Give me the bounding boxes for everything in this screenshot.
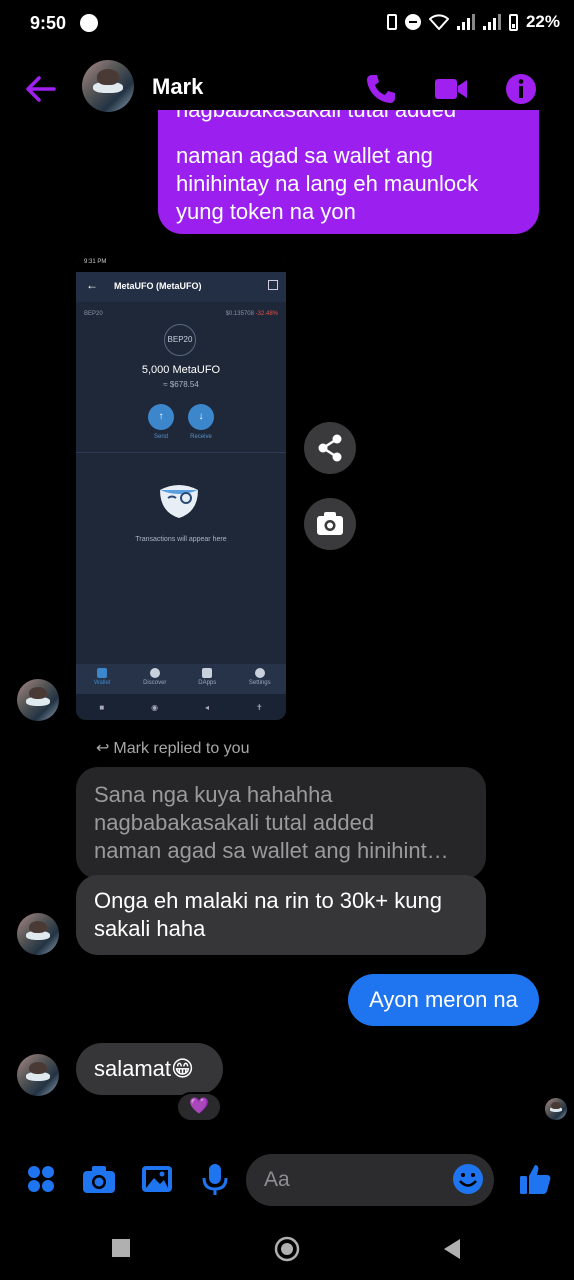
message-line: nagbabakasakali tutal added [176,110,456,124]
message-line: yung token na yon [176,199,356,224]
message-line: sakali haha [94,916,206,941]
message-line: Onga eh malaki na rin to 30k+ kung [94,888,442,913]
send-label: Send [153,434,168,440]
tab-label: Wallet [94,680,111,686]
sender-avatar[interactable] [17,679,59,721]
reply-arrow-icon: ↩ [96,740,110,757]
contact-avatar[interactable] [82,60,134,112]
gallery-icon[interactable] [140,1162,174,1196]
share-button[interactable] [304,422,356,474]
accessibility-icon: ✝ [255,702,263,712]
wallet-icon [97,668,108,678]
tab-label: DApps [198,680,217,686]
token-price: $0.135708 -32.48% [226,311,278,317]
square-icon: ■ [99,702,105,712]
microphone-icon[interactable] [198,1162,232,1196]
recents-icon[interactable] [111,1238,131,1258]
divider [76,452,286,453]
reply-note-text: Mark replied to you [113,740,250,757]
grid-icon [202,668,213,678]
triangle-icon: ◂ [204,702,209,712]
received-message-bubble[interactable]: salamat😁 [76,1043,223,1095]
do-not-disturb-icon [404,14,421,30]
compass-icon [149,668,160,678]
network-label: BEP20 [84,311,103,317]
share-icon [318,434,342,462]
quoted-line: Sana nga kuya hahahha [94,782,333,807]
signal-2-icon [482,14,501,30]
status-bar: 9:50 22% [0,0,574,48]
back-icon[interactable] [442,1238,462,1260]
image-attachment[interactable]: 9:31 PM ← MetaUFO (MetaUFO) BEP20 $0.135… [76,254,286,720]
receive-icon: ↓ [188,404,214,430]
tab-label: Settings [248,680,271,686]
back-arrow-icon[interactable] [24,72,58,106]
token-amount: 5,000 MetaUFO [141,364,221,376]
camera-icon [317,512,343,535]
signal-1-icon [456,14,475,30]
composer [0,1146,574,1218]
price-change: -32.48% [255,311,278,317]
quoted-line: naman agad sa wallet ang hinihint… [94,838,449,863]
tab-wallet: Wallet [76,664,129,694]
received-message-bubble[interactable]: Onga eh malaki na rin to 30k+ kung sakal… [76,875,486,955]
apps-grid-icon[interactable] [24,1162,58,1196]
message-line: hinihintay na lang eh maunlock [176,171,479,196]
messenger-notification-icon [80,14,98,32]
circle-icon: ◉ [151,702,159,712]
status-icons: 22% [386,12,560,32]
heart-reaction[interactable]: 💜 [176,1092,222,1122]
empty-state-illustration [160,485,198,518]
wifi-icon [428,14,449,30]
vibrate-icon [386,14,397,30]
chart-icon [268,280,278,290]
screenshot-nav-bar: ■ ◉ ◂ ✝ [76,694,286,720]
save-photo-button[interactable] [304,498,356,550]
screenshot-tab-bar: Wallet Discover DApps Settings [76,664,286,694]
sent-message-bubble[interactable]: nagbabakasakali tutal added naman agad s… [158,110,539,234]
screenshot-app-bar: ← MetaUFO (MetaUFO) [76,272,286,302]
message-line: naman agad sa wallet ang [176,143,433,168]
gear-icon [254,668,265,678]
quoted-line: nagbabakasakali tutal added [94,810,375,835]
battery-icon [508,13,518,31]
fiat-value: ≈ $678.54 [163,380,199,389]
send-icon: ↑ [148,404,174,430]
sender-avatar[interactable] [17,913,59,955]
tab-discover: Discover [129,664,182,694]
screenshot-status-bar: 9:31 PM [76,254,286,272]
screenshot-title: MetaUFO (MetaUFO) [114,281,202,291]
contact-name[interactable]: Mark [152,74,203,100]
back-arrow-icon: ← [86,278,98,292]
price-value: $0.135708 [225,311,254,317]
info-icon[interactable] [504,72,538,106]
battery-percent: 22% [525,12,560,31]
sent-message-bubble[interactable]: Ayon meron na [348,974,539,1026]
tab-dapps: DApps [181,664,234,694]
system-nav-bar [0,1218,574,1280]
empty-state-text: Transactions will appear here [135,536,227,543]
quoted-message[interactable]: Sana nga kuya hahahha nagbabakasakali tu… [76,767,486,879]
receive-label: Receive [190,434,212,440]
screenshot-time: 9:31 PM [84,259,107,265]
read-receipt-avatar [545,1098,567,1120]
token-logo: BEP20 [164,324,196,356]
video-call-icon[interactable] [434,72,468,106]
tab-label: Discover [143,680,167,686]
tab-settings: Settings [234,664,287,694]
sender-avatar[interactable] [17,1054,59,1096]
home-icon[interactable] [274,1236,300,1262]
emoji-icon[interactable] [451,1162,485,1196]
status-time: 9:50 [30,13,67,33]
like-icon[interactable] [518,1162,552,1196]
reply-indicator: ↩ Mark replied to you [96,738,249,758]
phone-call-icon[interactable] [364,72,398,106]
camera-icon[interactable] [82,1162,116,1196]
